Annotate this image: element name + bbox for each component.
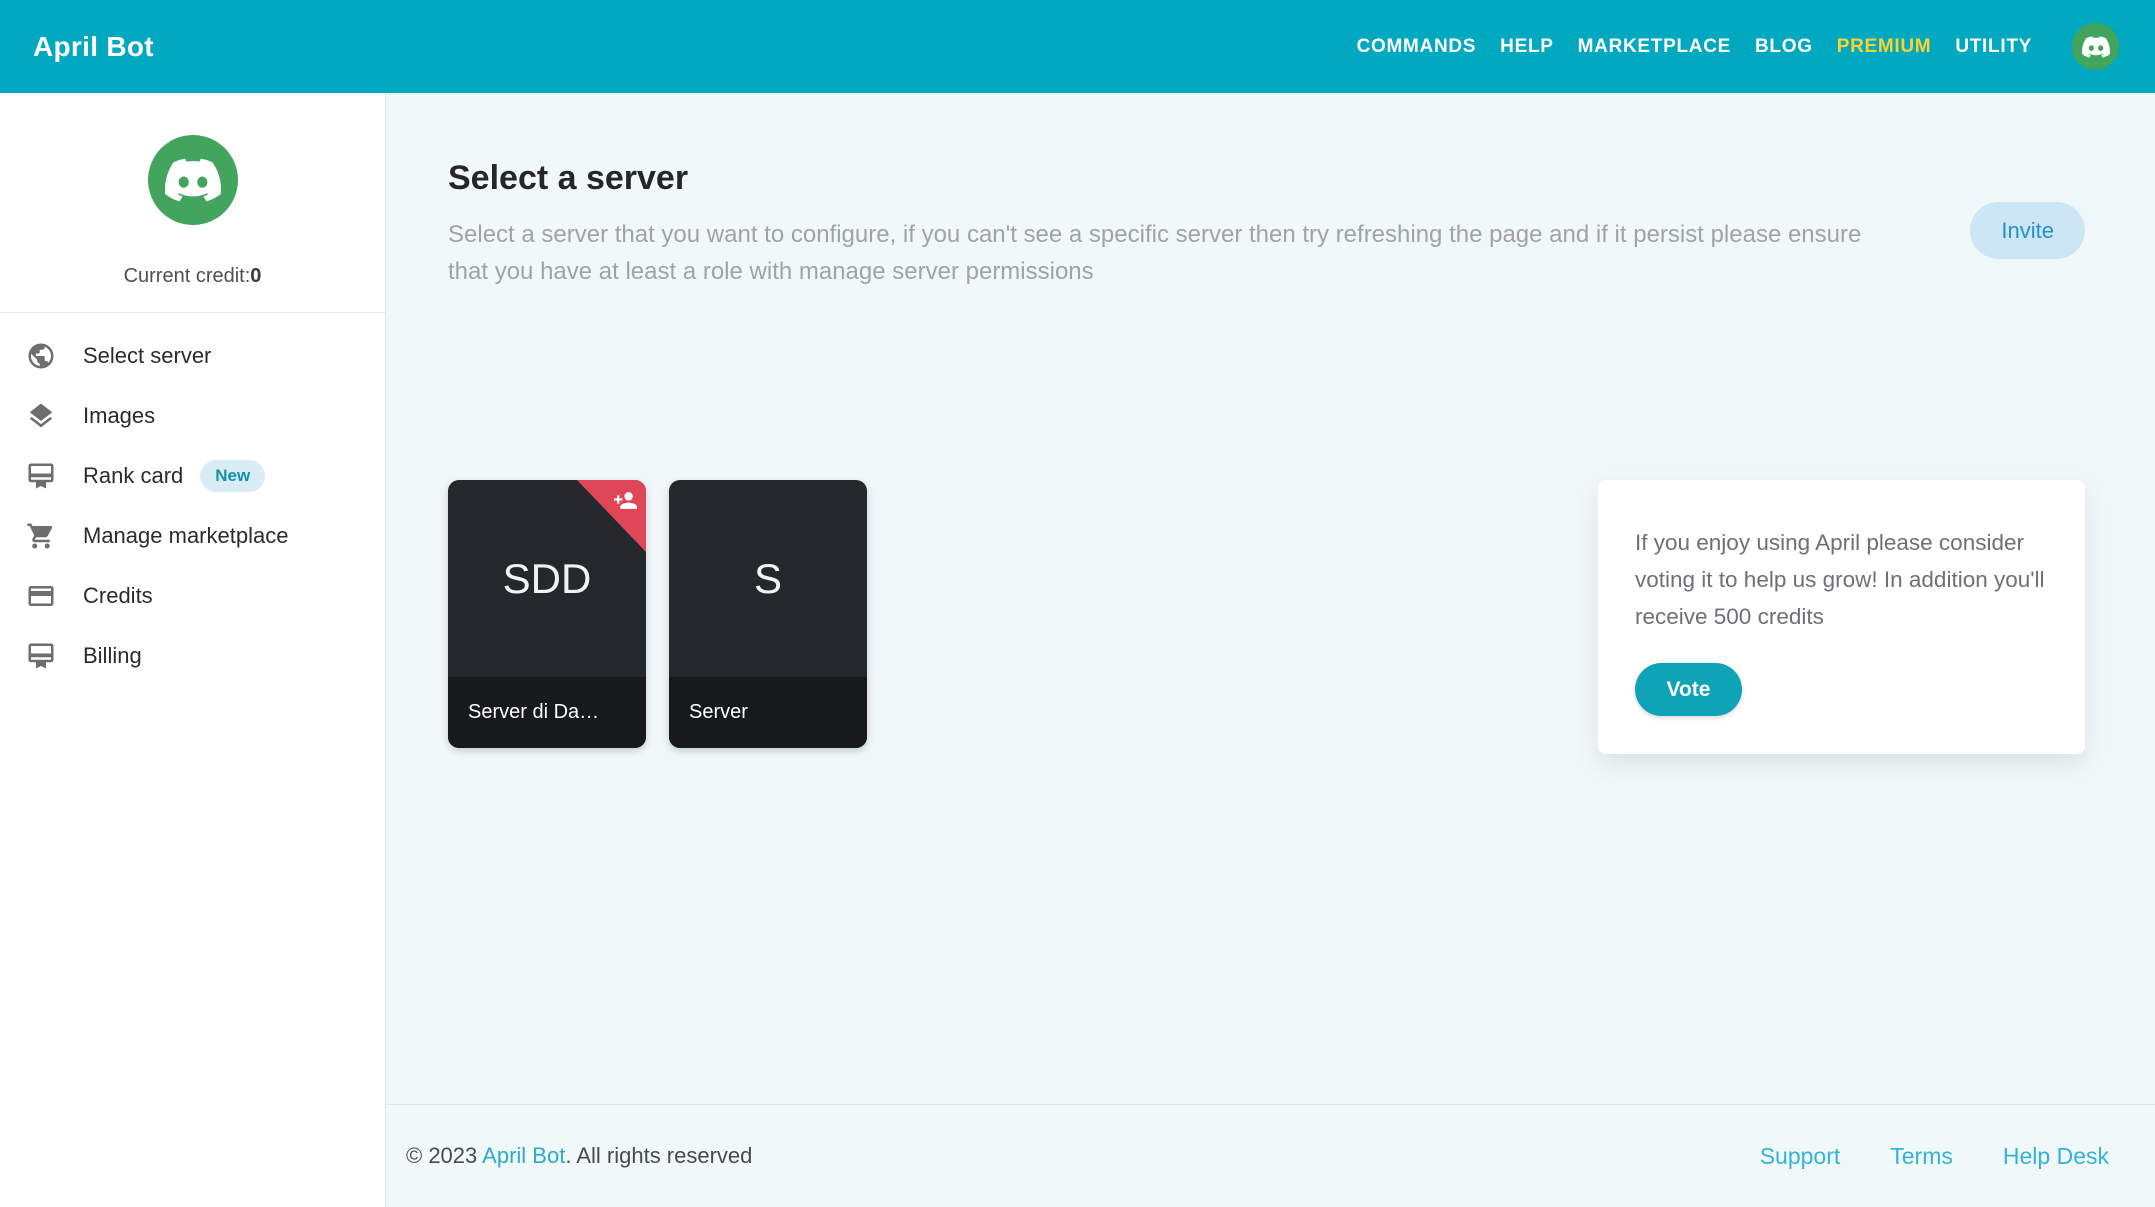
nav-help[interactable]: HELP [1500, 36, 1553, 58]
app: April Bot COMMANDS HELP MARKETPLACE BLOG… [0, 0, 2155, 1207]
footer: © 2023 April Bot. All rights reserved Su… [386, 1104, 2155, 1207]
nav-blog[interactable]: BLOG [1755, 36, 1813, 58]
copyright-suffix: . All rights reserved [565, 1143, 752, 1168]
page-header: Select a server Select a server that you… [448, 159, 2085, 290]
sidebar-item-select-server[interactable]: Select server [0, 326, 385, 386]
nav-premium[interactable]: PREMIUM [1837, 36, 1932, 58]
page-header-text: Select a server Select a server that you… [448, 159, 1868, 290]
footer-link-help-desk[interactable]: Help Desk [2003, 1143, 2109, 1170]
invite-button[interactable]: Invite [1970, 202, 2085, 259]
nav-commands[interactable]: COMMANDS [1357, 36, 1477, 58]
current-credit: Current credit:0 [0, 265, 385, 312]
person-add-icon [613, 488, 638, 513]
card-membership-icon [26, 461, 56, 491]
nav-utility[interactable]: UTILITY [1955, 36, 2032, 58]
sidebar-item-label: Billing [83, 643, 142, 669]
nav-marketplace[interactable]: MARKETPLACE [1578, 36, 1731, 58]
card-membership-icon [26, 641, 56, 671]
credit-value: 0 [250, 265, 261, 287]
sidebar-item-label: Credits [83, 583, 153, 609]
content-row: SDD Server di Da… S Server If you e [448, 480, 2085, 754]
sidebar-item-label: Rank card [83, 463, 183, 489]
content-area: Select a server Select a server that you… [386, 93, 2155, 1104]
page-title: Select a server [448, 159, 1868, 198]
copyright-prefix: © 2023 [406, 1143, 482, 1168]
footer-link-support[interactable]: Support [1760, 1143, 1841, 1170]
sidebar-item-billing[interactable]: Billing [0, 626, 385, 686]
sidebar-item-credits[interactable]: Credits [0, 566, 385, 626]
footer-brand-link[interactable]: April Bot [482, 1143, 565, 1168]
main-content: Select a server Select a server that you… [386, 93, 2155, 1207]
user-avatar[interactable] [2072, 23, 2119, 70]
vote-card: If you enjoy using April please consider… [1598, 480, 2085, 754]
brand-logo[interactable]: April Bot [33, 31, 154, 63]
sidebar-item-label: Manage marketplace [83, 523, 288, 549]
sidebar-item-manage-marketplace[interactable]: Manage marketplace [0, 506, 385, 566]
server-name: Server di Da… [448, 677, 646, 748]
credit-card-icon [26, 581, 56, 611]
bot-avatar[interactable] [148, 135, 238, 225]
server-card-sdd[interactable]: SDD Server di Da… [448, 480, 646, 748]
page-description: Select a server that you want to configu… [448, 216, 1868, 290]
sidebar-item-label: Images [83, 403, 155, 429]
credit-label: Current credit: [124, 265, 251, 287]
top-navbar: April Bot COMMANDS HELP MARKETPLACE BLOG… [0, 0, 2155, 93]
main-nav: COMMANDS HELP MARKETPLACE BLOG PREMIUM U… [1357, 23, 2119, 70]
footer-link-terms[interactable]: Terms [1890, 1143, 1953, 1170]
vote-message: If you enjoy using April please consider… [1635, 524, 2070, 635]
server-initials: S [669, 480, 867, 677]
server-name: Server [669, 677, 867, 748]
globe-icon [26, 341, 56, 371]
sidebar-item-images[interactable]: Images [0, 386, 385, 446]
vote-button[interactable]: Vote [1635, 663, 1742, 716]
footer-links: Support Terms Help Desk [1760, 1143, 2109, 1170]
page-body: Current credit:0 Select server Images Ra… [0, 93, 2155, 1207]
server-grid: SDD Server di Da… S Server [448, 480, 867, 748]
copyright: © 2023 April Bot. All rights reserved [406, 1143, 752, 1169]
layers-icon [26, 401, 56, 431]
sidebar: Current credit:0 Select server Images Ra… [0, 93, 386, 1207]
discord-icon [165, 152, 221, 208]
sidebar-item-rank-card[interactable]: Rank card New [0, 446, 385, 506]
sidebar-menu: Select server Images Rank card New Manag… [0, 313, 385, 686]
sidebar-item-label: Select server [83, 343, 211, 369]
server-card-s[interactable]: S Server [669, 480, 867, 748]
new-badge: New [200, 460, 265, 492]
shopping-cart-icon [26, 521, 56, 551]
discord-icon [2082, 33, 2110, 61]
sidebar-profile: Current credit:0 [0, 93, 385, 312]
